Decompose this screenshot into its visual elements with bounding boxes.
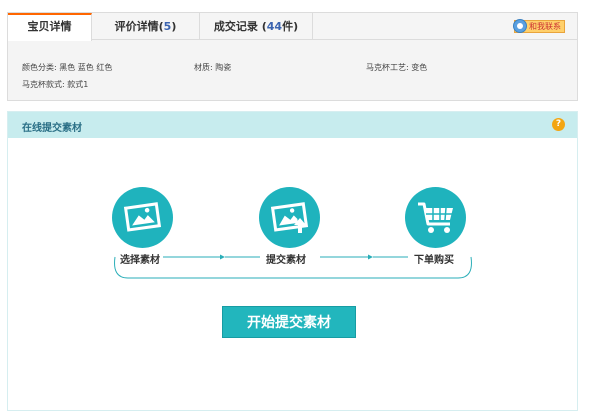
step-select-material (112, 187, 173, 248)
attribute-material: 材质: 陶瓷 (194, 63, 232, 72)
product-detail-panel: 宝贝详情 评价详情(5) 成交记录 (44件) 和我联系 颜色分类: 黑色 蓝色… (7, 12, 578, 101)
attribute-craft: 马克杯工艺: 变色 (366, 63, 428, 72)
tab-reviews[interactable]: 评价详情(5) (92, 13, 200, 40)
picture-icon (123, 202, 162, 232)
step-submit-material (259, 187, 320, 248)
step-label-order: 下单购买 (411, 251, 457, 266)
tab-transactions[interactable]: 成交记录 (44件) (200, 13, 313, 40)
transaction-unit: 件 (282, 20, 294, 33)
help-icon[interactable]: ? (552, 118, 565, 131)
contact-me-button[interactable]: 和我联系 (513, 19, 565, 33)
upload-material-panel: 在线提交素材 ? 选择素材 提交素材 下单购买 开始提交素材 (7, 111, 578, 411)
step-label-submit: 提交素材 (263, 251, 309, 266)
attribute-color: 颜色分类: 黑色 蓝色 红色 (22, 63, 113, 72)
tab-item-details[interactable]: 宝贝详情 (8, 13, 92, 41)
shopping-cart-icon (418, 202, 453, 233)
tab-label: 宝贝详情 (27, 20, 72, 33)
detail-tabbar: 宝贝详情 评价详情(5) 成交记录 (44件) 和我联系 (8, 13, 577, 41)
start-submit-button[interactable]: 开始提交素材 (222, 306, 356, 338)
upload-picture-icon (270, 202, 309, 233)
step-label-select: 选择素材 (117, 251, 163, 266)
step-place-order (405, 187, 466, 248)
tab-label: 评价详情 (114, 20, 159, 33)
attribute-style: 马克杯款式: 款式1 (22, 80, 89, 89)
upload-header: 在线提交素材 ? (8, 112, 577, 138)
review-count: 5 (163, 20, 172, 33)
transaction-count: 44 (266, 20, 283, 33)
chat-icon (513, 19, 527, 33)
contact-label: 和我联系 (529, 22, 561, 31)
tab-label: 成交记录 (213, 20, 258, 33)
upload-title: 在线提交素材 (22, 123, 82, 134)
